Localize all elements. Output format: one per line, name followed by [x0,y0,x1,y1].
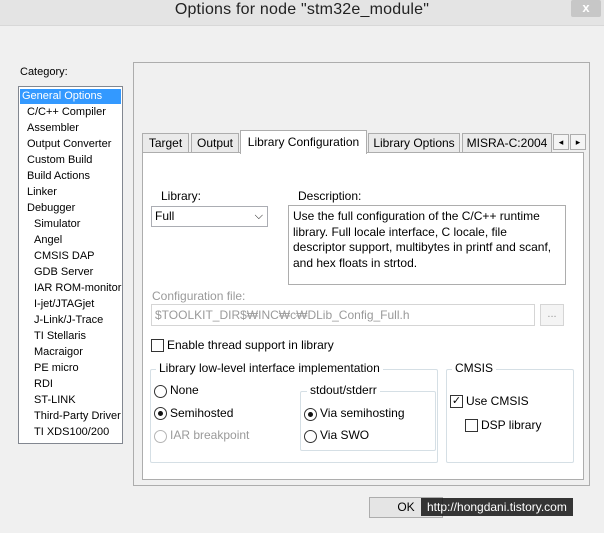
cmsis-group [446,369,574,463]
radio-via-swo-label: Via SWO [320,428,370,442]
tab-misra-c-2004[interactable]: MISRA-C:2004 [462,133,552,153]
dsp-library-checkbox[interactable] [465,419,478,432]
radio-iar-breakpoint-label: IAR breakpoint [170,428,250,442]
category-item-c-compiler[interactable]: C/C++ Compiler [20,105,121,120]
description-label: Description: [298,189,362,203]
category-item-linker[interactable]: Linker [20,185,121,200]
use-cmsis-label: Use CMSIS [466,394,529,408]
category-label: Category: [20,66,68,78]
category-item-angel[interactable]: Angel [20,233,121,248]
use-cmsis-checkbox[interactable]: ✓ [450,395,463,408]
category-item-custom-build[interactable]: Custom Build [20,153,121,168]
category-list[interactable]: General Options C/C++ Compiler Assembler… [18,86,123,444]
thread-support-label: Enable thread support in library [167,338,334,352]
chevron-down-icon: ⌵ [254,210,263,222]
low-level-interface-legend: Library low-level interface implementati… [156,361,383,375]
tab-library-options[interactable]: Library Options [368,133,460,153]
dsp-library-label: DSP library [481,418,542,432]
category-item-rdi[interactable]: RDI [20,377,121,392]
config-file-label: Configuration file: [152,289,246,303]
library-label: Library: [161,189,202,203]
radio-semihosted-label: Semihosted [170,406,234,420]
radio-via-semihosting-label: Via semihosting [320,406,405,420]
radio-none[interactable] [154,385,167,398]
category-item-simulator[interactable]: Simulator [20,217,121,232]
tab-scroll-left-button[interactable]: ◂ [553,134,569,150]
category-item-build-actions[interactable]: Build Actions [20,169,121,184]
config-file-field: $TOOLKIT_DIR$₩INC₩c₩DLib_Config_Full.h [151,304,535,326]
watermark-url: http://hongdani.tistory.com [421,498,573,516]
config-file-browse-button: ... [540,304,564,326]
window-title: Options for node "stm32e_module" [174,1,430,18]
category-item-general-options[interactable]: General Options [20,89,121,104]
category-item-ti-stellaris[interactable]: TI Stellaris [20,329,121,344]
category-item-jlink-jtrace[interactable]: J-Link/J-Trace [20,313,121,328]
radio-via-semihosting[interactable] [304,408,317,421]
cmsis-legend: CMSIS [452,361,497,375]
category-item-third-party-driver[interactable]: Third-Party Driver [20,409,121,424]
tab-output[interactable]: Output [191,133,239,153]
thread-support-checkbox[interactable] [151,339,164,352]
stdout-stderr-legend: stdout/stderr [307,383,380,397]
category-item-ijet-jtagjet[interactable]: I-jet/JTAGjet [20,297,121,312]
category-item-debugger[interactable]: Debugger [20,201,121,216]
tab-scroll-right-button[interactable]: ▸ [570,134,586,150]
category-item-cmsis-dap[interactable]: CMSIS DAP [20,249,121,264]
category-item-gdb-server[interactable]: GDB Server [20,265,121,280]
category-item-assembler[interactable]: Assembler [20,121,121,136]
category-item-iar-rom-monitor[interactable]: IAR ROM-monitor [20,281,121,296]
library-select-value: Full [155,209,175,223]
radio-none-label: None [170,383,199,397]
radio-iar-breakpoint [154,430,167,443]
category-item-pe-micro[interactable]: PE micro [20,361,121,376]
description-text: Use the full configuration of the C/C++ … [288,205,566,285]
stdout-stderr-group [300,391,436,451]
tab-library-configuration[interactable]: Library Configuration [240,130,367,154]
category-item-macraigor[interactable]: Macraigor [20,345,121,360]
close-button[interactable]: x [571,0,601,17]
radio-via-swo[interactable] [304,430,317,443]
radio-semihosted[interactable] [154,407,167,420]
tab-target[interactable]: Target [142,133,189,153]
category-item-output-converter[interactable]: Output Converter [20,137,121,152]
category-item-ti-xds100[interactable]: TI XDS100/200 [20,425,121,440]
category-item-st-link[interactable]: ST-LINK [20,393,121,408]
library-select[interactable]: Full ⌵ [151,206,268,227]
